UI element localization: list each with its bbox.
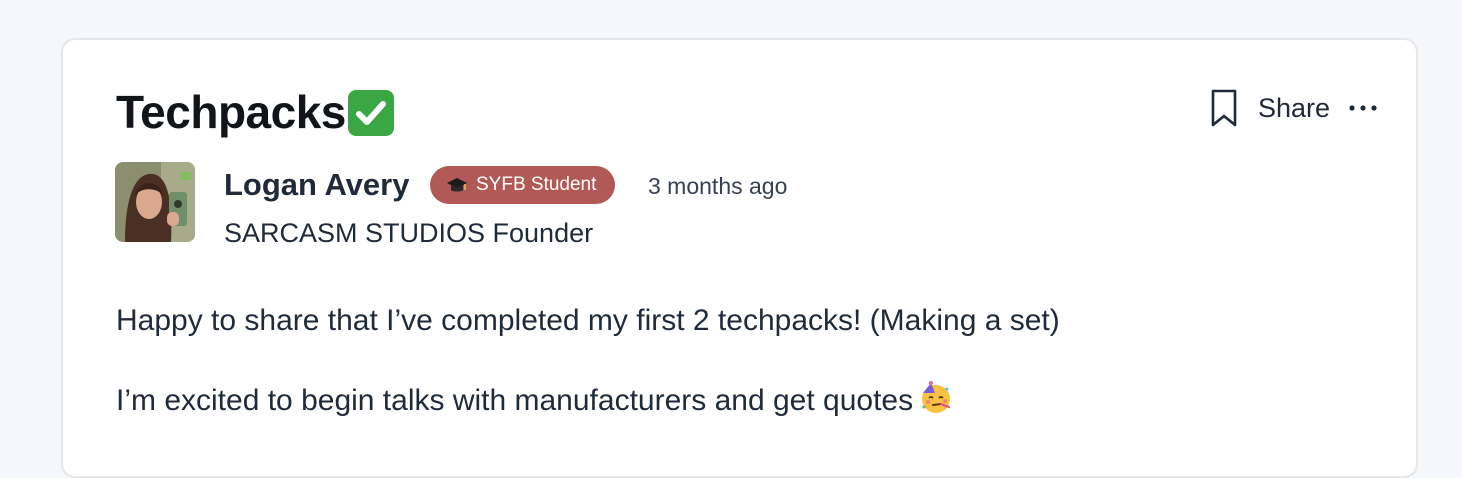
bookmark-icon[interactable] [1208,88,1240,128]
post-body-paragraph: I’m excited to begin talks with manufact… [116,381,953,421]
partying-face-icon [922,381,951,413]
post-timestamp: 3 months ago [648,173,788,199]
more-options-icon[interactable] [1348,103,1378,113]
post-title-row: Techpacks [116,84,394,140]
post-card: Techpacks Share Logan Avery SYFB Student… [61,38,1418,478]
student-badge: SYFB Student [430,166,616,204]
post-body-text: I’m excited to begin talks with manufact… [116,384,914,417]
post-actions: Share [1208,88,1378,128]
post-title: Techpacks [116,86,346,138]
check-mark-button-icon [347,90,394,136]
avatar[interactable] [115,162,195,242]
author-title: SARCASM STUDIOS Founder [224,218,594,248]
graduation-cap-icon [447,178,467,192]
share-button[interactable]: Share [1258,93,1330,124]
post-body-paragraph: Happy to share that I’ve completed my fi… [116,304,1060,337]
author-name[interactable]: Logan Avery [224,166,409,204]
badge-label: SYFB Student [476,174,597,195]
